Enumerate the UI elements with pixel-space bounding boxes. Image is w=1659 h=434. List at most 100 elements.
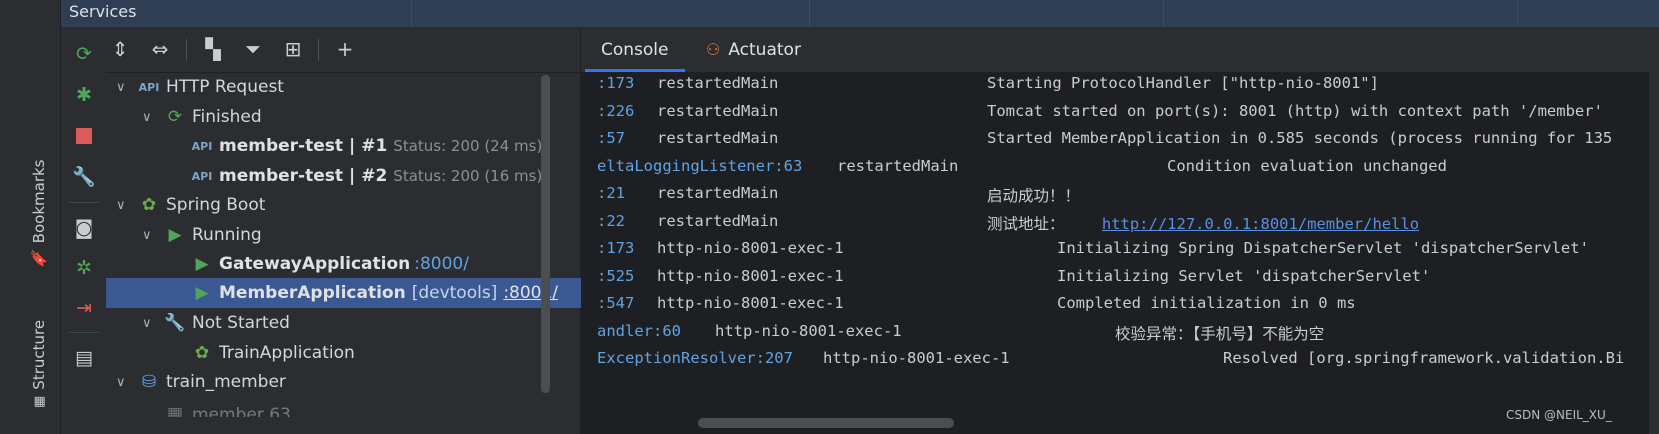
tree-scrollbar[interactable] <box>541 75 550 393</box>
console-vscroll-track[interactable] <box>1649 72 1659 434</box>
console-hscrollbar[interactable] <box>698 418 954 428</box>
tree-node-running[interactable]: ∨ ▶ Running <box>106 220 580 250</box>
structure-icon: ▦ <box>31 395 47 408</box>
tree-node-request-1[interactable]: API member-test | #1 Status: 200 (24 ms) <box>106 131 580 161</box>
request-name: member-test <box>219 136 343 156</box>
expand-all-icon[interactable]: ⇕ <box>106 35 134 63</box>
log-location[interactable]: :22 <box>597 212 625 230</box>
app-name: GatewayApplication <box>219 254 411 274</box>
actuator-icon: ⚇ <box>706 40 721 59</box>
debug-run-icon[interactable]: ✲ <box>71 255 97 281</box>
watermark: CSDN @NEIL_XU_ <box>1506 408 1612 422</box>
log-location[interactable]: :525 <box>597 267 634 285</box>
tab-actuator[interactable]: ⚇ Actuator <box>706 27 801 72</box>
tree-toolbar: ⇕ ⇔ ▚ ⏷ ⊞ + <box>106 27 580 73</box>
request-separator: | <box>349 166 356 186</box>
table-icon: ▦ <box>166 404 184 417</box>
services-header: Services <box>61 0 1659 27</box>
tab-console[interactable]: Console <box>585 27 684 72</box>
bookmarks-tab[interactable]: 🔖 Bookmarks <box>30 160 49 269</box>
log-location[interactable]: :226 <box>597 102 634 120</box>
layout-icon[interactable]: ▤ <box>71 345 97 371</box>
new-service-icon[interactable]: ⊞ <box>279 35 307 63</box>
wrench-icon[interactable]: 🔧 <box>71 163 97 189</box>
console-line: :173 http-nio-8001-exec-1 Initializing Spr… <box>581 239 1647 265</box>
tree-node-gateway-application[interactable]: ▶ GatewayApplication :8000/ <box>106 249 580 279</box>
log-location[interactable]: :173 <box>597 239 634 257</box>
console-line: :57 restartedMain Started MemberApplicatio… <box>581 129 1647 155</box>
port-link[interactable]: :8000/ <box>414 254 469 274</box>
log-location[interactable]: :547 <box>597 294 634 312</box>
window-title: Services <box>69 2 137 21</box>
log-thread: http-nio-8001-exec-1 <box>715 321 902 340</box>
console-line: eltaLoggingListener:63 restartedMain Condi… <box>581 157 1647 183</box>
console-line: :226 restartedMain Tomcat started on port(… <box>581 102 1647 128</box>
console-line: :525 http-nio-8001-exec-1 Initializing Ser… <box>581 267 1647 293</box>
log-location[interactable]: :21 <box>597 184 625 202</box>
log-message: 校验异常：【手机号】不能为空 <box>1115 322 1324 344</box>
log-location[interactable]: andler:60 <box>597 322 681 340</box>
tree-label: Not Started <box>192 313 290 333</box>
chevron-down-icon[interactable]: ∨ <box>142 228 152 243</box>
service-actions-bar: ⟳ ✱ 🔧 ◙ ✲ ⇥ ▤ <box>61 27 107 434</box>
tree-node-finished[interactable]: ∨ ⟳ Finished <box>106 102 580 132</box>
devtools-badge: [devtools] <box>411 283 498 303</box>
camera-icon[interactable]: ◙ <box>71 215 97 241</box>
spring-boot-icon: ✿ <box>141 195 157 215</box>
log-message-text: 启动成功！！ <box>987 187 1081 205</box>
tree-node-train-application[interactable]: ✿ TrainApplication <box>106 338 580 368</box>
log-location[interactable]: :57 <box>597 129 625 147</box>
tree-label: Spring Boot <box>166 195 266 215</box>
log-thread: restartedMain <box>657 184 779 202</box>
tree-label: member 63 <box>192 405 291 417</box>
log-location[interactable]: eltaLoggingListener:63 <box>597 157 802 175</box>
wrench-icon: 🔧 <box>164 313 186 333</box>
collapse-all-icon[interactable]: ⇔ <box>146 35 174 63</box>
tree-node-train-member[interactable]: ∨ ⛁ train_member <box>106 367 580 397</box>
log-location[interactable]: :173 <box>597 74 634 92</box>
exit-icon[interactable]: ⇥ <box>71 295 97 321</box>
tab-label: Actuator <box>728 39 801 60</box>
request-name: member-test <box>219 166 343 186</box>
request-status: Status: 200 (16 ms) <box>393 167 543 185</box>
tree-node-not-started[interactable]: ∨ 🔧 Not Started <box>106 308 580 338</box>
filter-icon[interactable]: ⏷ <box>239 35 267 63</box>
chevron-down-icon[interactable]: ∨ <box>116 80 126 95</box>
log-message-text: Initializing Spring DispatcherServlet 'd… <box>1057 239 1589 257</box>
chevron-down-icon[interactable]: ∨ <box>142 316 152 331</box>
console-line: :173 restartedMain Starting ProtocolHandle… <box>581 74 1647 100</box>
log-location[interactable]: ExceptionResolver:207 <box>597 349 793 367</box>
tree-label: Finished <box>192 107 262 127</box>
tree-node-request-2[interactable]: API member-test | #2 Status: 200 (16 ms) <box>106 161 580 191</box>
structure-tab[interactable]: ▦ Structure <box>30 320 48 408</box>
header-divider <box>809 0 810 27</box>
api-icon: API <box>191 169 213 183</box>
log-message: Starting ProtocolHandler ["http-nio-8001… <box>987 74 1379 92</box>
log-message-text: Resolved [org.springframework.validation… <box>1223 349 1625 367</box>
console-line: :547 http-nio-8001-exec-1 Completed initia… <box>581 294 1647 320</box>
console-line: andler:60 http-nio-8001-exec-1 校验异常：【手机号】不… <box>581 322 1647 348</box>
add-icon[interactable]: + <box>331 35 359 63</box>
header-divider <box>411 0 412 27</box>
tree-node-http-request[interactable]: ∨ API HTTP Request <box>106 72 580 102</box>
stop-icon[interactable] <box>71 123 97 149</box>
tree-node-partial[interactable]: ▦ member 63 <box>106 397 580 417</box>
log-message: Completed initialization in 0 ms <box>1057 294 1356 312</box>
tree-node-member-application[interactable]: ▶ MemberApplication [devtools] :8001/ <box>106 278 582 308</box>
request-number: #1 <box>361 136 388 156</box>
chevron-down-icon[interactable]: ∨ <box>116 198 126 213</box>
run-icon: ▶ <box>195 283 209 303</box>
tree-label: Running <box>192 225 262 245</box>
chevron-down-icon[interactable]: ∨ <box>116 375 126 390</box>
chevron-down-icon[interactable]: ∨ <box>142 110 152 125</box>
log-link[interactable]: http://127.0.0.1:8001/member/hello <box>1102 215 1419 233</box>
tree-node-spring-boot[interactable]: ∨ ✿ Spring Boot <box>106 190 580 220</box>
group-by-icon[interactable]: ▚ <box>199 35 227 63</box>
log-message-text: Completed initialization in 0 ms <box>1057 294 1356 312</box>
log-thread: http-nio-8001-exec-1 <box>657 239 844 257</box>
api-icon: API <box>191 139 213 153</box>
debug-icon[interactable]: ✱ <box>71 82 97 108</box>
rerun-icon[interactable]: ⟳ <box>71 41 97 67</box>
left-tool-strip: 🔖 Bookmarks ▦ Structure <box>0 0 61 434</box>
log-thread: restartedMain <box>657 101 779 120</box>
